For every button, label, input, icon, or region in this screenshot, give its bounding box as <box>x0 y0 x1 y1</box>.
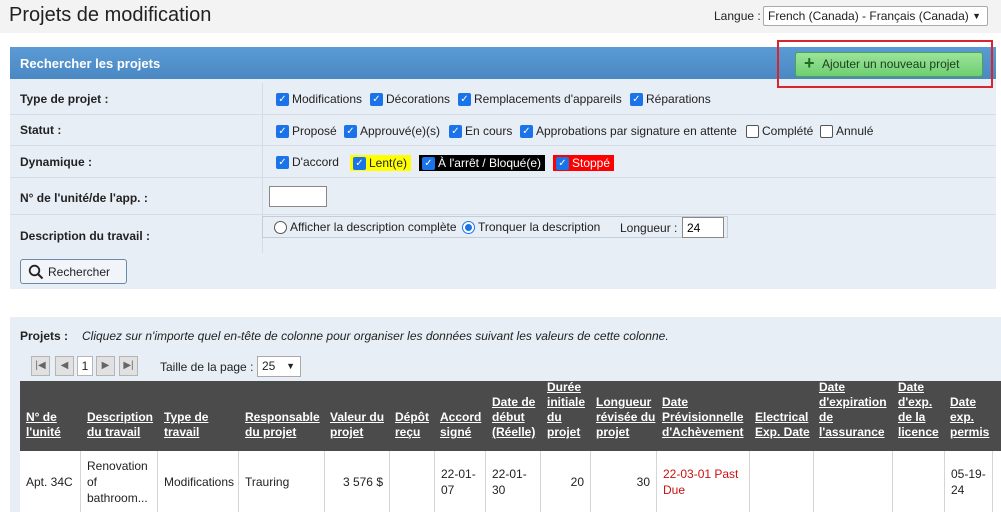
column-header[interactable]: Accord signé <box>440 381 485 451</box>
dynamic-option-stopped[interactable]: ✓ Stoppé <box>553 155 615 171</box>
page-size-label: Taille de la page : <box>160 360 254 374</box>
status-option-pending-signature[interactable]: ✓ Approbations par signature en attente <box>520 124 737 138</box>
projects-label: Projets : <box>20 329 69 343</box>
desc-truncate-option[interactable]: Tronquer la description <box>462 220 600 234</box>
dynamic-option-slow[interactable]: ✓ Lent(e) <box>350 155 412 171</box>
last-page-icon[interactable]: ▶| <box>119 356 138 376</box>
checkbox-empty-icon[interactable] <box>820 124 833 138</box>
column-header[interactable]: Valeur du projet <box>330 381 385 451</box>
first-page-icon[interactable]: |◀ <box>31 356 50 376</box>
checkbox-checked-icon[interactable]: ✓ <box>556 156 569 170</box>
cell-initial-duration: 20 <box>541 451 591 512</box>
projects-hint: Cliquez sur n'importe quel en-tête de co… <box>82 329 669 343</box>
column-header[interactable]: Durée initiale du projet <box>547 380 589 451</box>
column-header[interactable]: Longueur révisée du projet <box>596 381 656 451</box>
chevron-down-icon: ▼ <box>286 361 295 371</box>
page-title: Projets de modification <box>9 4 212 26</box>
highlight-box <box>777 40 993 88</box>
status-option-approved[interactable]: ✓ Approuvé(e)(s) <box>344 124 440 138</box>
checkbox-checked-icon[interactable]: ✓ <box>276 124 289 138</box>
type-option-repairs[interactable]: ✓ Réparations <box>630 92 711 106</box>
column-header[interactable]: Date d'exp. de la licence <box>898 380 943 451</box>
type-label: Type de projet : <box>20 92 109 106</box>
checkbox-checked-icon[interactable]: ✓ <box>422 156 435 170</box>
dynamic-label: Dynamique : <box>20 155 93 169</box>
checkbox-checked-icon[interactable]: ✓ <box>458 92 471 106</box>
prev-page-icon[interactable]: ◀ <box>55 356 74 376</box>
column-header[interactable]: Date d'expiration de l'assurance <box>819 380 891 451</box>
radio-selected-icon[interactable] <box>462 220 475 234</box>
column-header[interactable]: Type de travail <box>164 381 234 451</box>
unit-row <box>10 178 996 215</box>
column-header[interactable]: Description du travail <box>87 381 157 451</box>
next-page-icon[interactable]: ▶ <box>96 356 115 376</box>
length-label: Longueur : <box>620 221 678 235</box>
column-header[interactable]: Dépôt reçu <box>395 381 433 451</box>
checkbox-checked-icon[interactable]: ✓ <box>449 124 462 138</box>
cell-deposit <box>390 451 435 512</box>
length-input[interactable] <box>682 217 724 238</box>
cell-permit: 05-19-24 <box>945 451 993 512</box>
status-option-proposed[interactable]: ✓ Proposé <box>276 124 337 138</box>
page-size-value: 25 <box>262 359 276 373</box>
checkbox-checked-icon[interactable]: ✓ <box>370 92 383 106</box>
desc-full-option[interactable]: Afficher la description complète <box>274 220 457 234</box>
checkbox-checked-icon[interactable]: ✓ <box>520 124 533 138</box>
cell-revised-length: 30 <box>591 451 657 512</box>
chevron-down-icon: ▼ <box>972 11 981 21</box>
page-header: Projets de modification Langue : French … <box>0 0 1001 33</box>
checkbox-checked-icon[interactable]: ✓ <box>353 156 366 170</box>
search-icon <box>28 264 44 280</box>
checkbox-checked-icon[interactable]: ✓ <box>276 155 289 169</box>
column-header[interactable]: N° de l'unité <box>26 381 81 451</box>
cell-description: Renovation of bathroom... <box>81 451 158 512</box>
cell-insurance <box>814 451 893 512</box>
search-button-label: Rechercher <box>48 265 111 279</box>
description-label: Description du travail : <box>20 229 151 243</box>
language-label: Langue : <box>714 9 761 23</box>
status-option-completed[interactable]: Complété <box>746 124 813 138</box>
checkbox-checked-icon[interactable]: ✓ <box>276 92 289 106</box>
cell-license <box>893 451 945 512</box>
unit-input[interactable] <box>269 186 327 207</box>
cell-type: Modifications <box>158 451 239 512</box>
status-option-cancelled[interactable]: Annulé <box>820 124 873 138</box>
radio-icon[interactable] <box>274 220 287 234</box>
cell-electrical <box>750 451 814 512</box>
cell-forecast: 22-03-01 Past Due <box>657 451 750 512</box>
status-option-in-progress[interactable]: ✓ En cours <box>449 124 512 138</box>
type-option-modifications[interactable]: ✓ Modifications <box>276 92 362 106</box>
checkbox-checked-icon[interactable]: ✓ <box>344 124 357 138</box>
column-header[interactable]: Responsable du projet <box>245 381 325 451</box>
dynamic-option-ok[interactable]: ✓ D'accord <box>276 155 339 169</box>
unit-label: N° de l'unité/de l'app. : <box>20 191 148 205</box>
type-option-decorations[interactable]: ✓ Décorations <box>370 92 450 106</box>
column-header[interactable]: Date Prévisionnelle d'Achèvement <box>662 381 748 451</box>
dynamic-option-blocked[interactable]: ✓ À l'arrêt / Bloqué(e) <box>419 155 546 171</box>
checkbox-empty-icon[interactable] <box>746 124 759 138</box>
page-size-select[interactable]: 25 ▼ <box>257 356 301 377</box>
type-option-appliances[interactable]: ✓ Remplacements d'appareils <box>458 92 622 106</box>
column-header[interactable]: Date exp. permis <box>950 381 992 451</box>
cell-start: 22-01-30 <box>486 451 541 512</box>
search-button[interactable]: Rechercher <box>20 259 127 284</box>
cell-unit: Apt. 34C <box>20 451 81 512</box>
column-header[interactable]: Electrical Exp. Date <box>755 381 813 451</box>
cell-signed: 22-01-07 <box>435 451 486 512</box>
column-header[interactable]: Date de début (Réelle) <box>492 381 540 451</box>
status-label: Statut : <box>20 123 62 137</box>
cell-manager: Trauring <box>239 451 325 512</box>
language-value: French (Canada) - Français (Canada) <box>768 9 969 23</box>
language-select[interactable]: French (Canada) - Français (Canada) ▼ <box>763 6 988 26</box>
cell-value: 3 576 $ <box>325 451 390 512</box>
checkbox-checked-icon[interactable]: ✓ <box>630 92 643 106</box>
current-page[interactable]: 1 <box>77 356 93 376</box>
